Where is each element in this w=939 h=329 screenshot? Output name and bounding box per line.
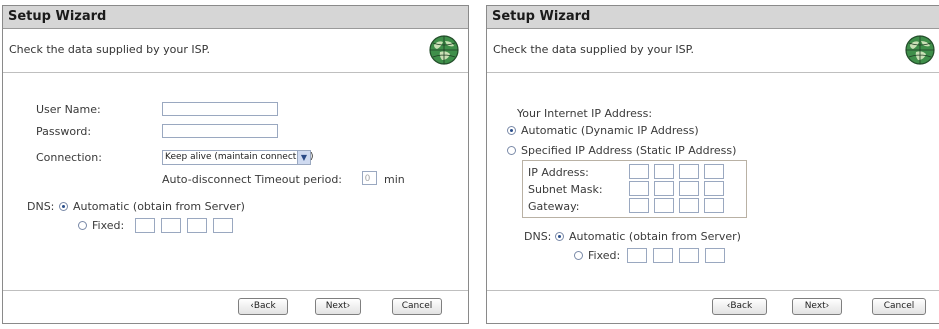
dns-automatic-radio[interactable] [555, 232, 564, 241]
chevron-down-icon[interactable]: ▼ [297, 151, 310, 164]
timeout-label: Auto-disconnect Timeout period: [162, 173, 343, 186]
globe-icon [905, 35, 935, 65]
subnet-octet-3[interactable] [679, 181, 699, 196]
subnet-octet-1[interactable] [629, 181, 649, 196]
static-ip-group: IP Address: Subnet Mask: Gateway: [522, 160, 747, 218]
ip-heading: Your Internet IP Address: [517, 107, 653, 120]
static-ip-label: Specified IP Address (Static IP Address) [521, 144, 737, 157]
subheader-message: Check the data supplied by your ISP. [9, 43, 211, 56]
gateway-octet-3[interactable] [679, 198, 699, 213]
cancel-button[interactable]: Cancel [392, 298, 442, 315]
dns-octet-3[interactable] [187, 218, 207, 233]
subheader: Check the data supplied by your ISP. [3, 29, 468, 73]
ip-octet-3[interactable] [679, 164, 699, 179]
password-label: Password: [36, 125, 92, 138]
cancel-button[interactable]: Cancel [872, 298, 926, 315]
connection-selected-value: Keep alive (maintain connection) [165, 152, 314, 162]
globe-icon [429, 35, 459, 65]
gateway-label: Gateway: [528, 200, 580, 213]
dns-octet-2[interactable] [653, 248, 673, 263]
dialog-title: Setup Wizard [487, 6, 939, 29]
user-name-input[interactable] [162, 102, 278, 116]
dns-fixed-radio[interactable] [574, 251, 583, 260]
dns-fixed-radio[interactable] [78, 221, 87, 230]
dns-automatic-radio[interactable] [59, 202, 68, 211]
subnet-mask-label: Subnet Mask: [528, 183, 603, 196]
ip-octet-4[interactable] [704, 164, 724, 179]
dns-octet-4[interactable] [213, 218, 233, 233]
dns-fixed-label: Fixed: [588, 249, 621, 262]
dns-label: DNS: [524, 230, 552, 243]
form-content: User Name: Password: Connection: Keep al… [3, 73, 468, 290]
ip-octet-1[interactable] [629, 164, 649, 179]
gateway-octet-2[interactable] [654, 198, 674, 213]
ip-octet-2[interactable] [654, 164, 674, 179]
subheader-message: Check the data supplied by your ISP. [493, 43, 695, 56]
ip-address-label: IP Address: [528, 166, 589, 179]
connection-label: Connection: [36, 151, 102, 164]
gateway-octet-4[interactable] [704, 198, 724, 213]
dns-octet-1[interactable] [627, 248, 647, 263]
dialog-footer: ‹Back Next› Cancel [3, 290, 468, 323]
next-button[interactable]: Next› [315, 298, 361, 315]
gateway-octet-1[interactable] [629, 198, 649, 213]
dns-octet-2[interactable] [161, 218, 181, 233]
dns-octet-4[interactable] [705, 248, 725, 263]
timeout-unit: min [384, 173, 405, 186]
dns-label: DNS: [27, 200, 55, 213]
dns-automatic-label: Automatic (obtain from Server) [73, 200, 245, 213]
dns-automatic-label: Automatic (obtain from Server) [569, 230, 741, 243]
subnet-octet-2[interactable] [654, 181, 674, 196]
password-input[interactable] [162, 124, 278, 138]
static-ip-radio[interactable] [507, 146, 516, 155]
back-button[interactable]: ‹Back [238, 298, 288, 315]
dialog-title: Setup Wizard [3, 6, 468, 29]
setup-wizard-dialog-left: Setup Wizard Check the data supplied by … [2, 5, 469, 324]
dialog-footer: ‹Back Next› Cancel [487, 290, 939, 323]
automatic-ip-radio[interactable] [507, 126, 516, 135]
dns-octet-1[interactable] [135, 218, 155, 233]
form-content: Your Internet IP Address: Automatic (Dyn… [487, 73, 939, 290]
next-button[interactable]: Next› [792, 298, 842, 315]
subheader: Check the data supplied by your ISP. [487, 29, 939, 73]
automatic-ip-label: Automatic (Dynamic IP Address) [521, 124, 699, 137]
dns-fixed-label: Fixed: [92, 219, 125, 232]
dns-octet-3[interactable] [679, 248, 699, 263]
back-button[interactable]: ‹Back [712, 298, 767, 315]
subnet-octet-4[interactable] [704, 181, 724, 196]
setup-wizard-dialog-right: Setup Wizard Check the data supplied by … [486, 5, 939, 324]
timeout-input[interactable] [362, 171, 377, 185]
user-name-label: User Name: [36, 103, 101, 116]
connection-select[interactable]: Keep alive (maintain connection) ▼ [162, 150, 314, 165]
